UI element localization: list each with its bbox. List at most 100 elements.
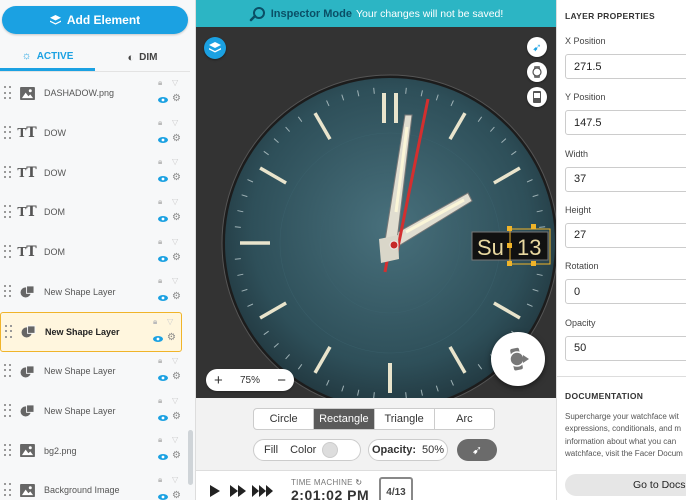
eye-icon[interactable]	[158, 292, 168, 304]
selection-handle[interactable]	[531, 261, 536, 266]
visibility-condition-icon[interactable]: ▽	[167, 317, 173, 326]
eye-icon[interactable]	[158, 412, 168, 424]
layer-row[interactable]: TT DOW 🔒︎ ▽ ⚙	[0, 114, 186, 154]
lock-icon[interactable]: 🔒︎	[158, 157, 162, 167]
layer-row[interactable]: New Shape Layer 🔒︎ ▽ ⚙	[0, 312, 182, 352]
layers-toggle-button[interactable]	[204, 37, 226, 59]
eye-icon[interactable]	[158, 94, 168, 106]
layer-row[interactable]: DASHADOW.png 🔒︎ ▽ ⚙	[0, 74, 186, 114]
gear-icon[interactable]: ⚙	[172, 212, 181, 223]
property-input[interactable]: 0	[565, 279, 686, 305]
shape-option-triangle[interactable]: Triangle	[375, 409, 435, 429]
visibility-condition-icon[interactable]: ▽	[172, 197, 178, 206]
drag-handle-icon[interactable]	[4, 284, 12, 299]
selection-handle[interactable]	[507, 226, 512, 231]
selection-handle[interactable]	[531, 224, 536, 229]
visibility-condition-icon[interactable]: ▽	[172, 475, 178, 484]
drag-handle-icon[interactable]	[4, 86, 12, 100]
drag-handle-icon[interactable]	[4, 165, 12, 180]
publish-button[interactable]: ➹	[527, 37, 547, 57]
property-input[interactable]: 27	[565, 222, 686, 248]
drag-handle-icon[interactable]	[4, 403, 12, 418]
lock-icon[interactable]: 🔒︎	[158, 435, 162, 445]
layer-row[interactable]: TT DOW 🔒︎ ▽ ⚙	[0, 153, 186, 193]
lock-icon[interactable]: 🔒︎	[158, 118, 162, 128]
color-swatch[interactable]	[322, 442, 339, 458]
property-input[interactable]: 147.5	[565, 110, 686, 136]
date-picker-button[interactable]: 4/13	[379, 477, 413, 500]
eye-icon[interactable]	[158, 451, 168, 463]
property-input[interactable]: 37	[565, 166, 686, 192]
gear-icon[interactable]: ⚙	[172, 252, 181, 263]
fast-forward-button[interactable]	[230, 485, 246, 500]
eye-icon[interactable]	[158, 491, 168, 500]
layer-row[interactable]: New Shape Layer 🔒︎ ▽ ⚙	[0, 352, 186, 392]
watch-fab-button[interactable]	[491, 332, 545, 386]
fill-label[interactable]: Fill	[264, 444, 278, 456]
add-element-button[interactable]: Add Element	[2, 6, 188, 34]
selection-handle[interactable]	[507, 261, 512, 266]
reset-icon[interactable]: ↻	[355, 478, 362, 487]
drag-handle-icon[interactable]	[4, 205, 12, 219]
drag-handle-icon[interactable]	[4, 126, 12, 140]
layer-row[interactable]: TT DOM 🔒︎ ▽ ⚙	[0, 193, 186, 233]
eye-icon[interactable]	[158, 253, 168, 265]
lock-icon[interactable]: 🔒︎	[158, 475, 162, 485]
zoom-in-button[interactable]: +	[214, 372, 223, 389]
selection-handle[interactable]	[507, 243, 512, 248]
eye-icon[interactable]	[158, 213, 168, 225]
tab-dim[interactable]: ◐ DIM	[95, 44, 190, 71]
zoom-out-button[interactable]: −	[277, 372, 286, 389]
layer-row[interactable]: TT DOM 🔒︎ ▽ ⚙	[0, 233, 186, 273]
opacity-control[interactable]: Opacity: 50%	[368, 439, 448, 461]
drag-handle-icon[interactable]	[4, 245, 12, 259]
eye-icon[interactable]	[158, 173, 168, 185]
gear-icon[interactable]: ⚙	[172, 291, 181, 302]
eye-icon[interactable]	[158, 134, 168, 146]
lock-icon[interactable]: 🔒︎	[158, 197, 162, 207]
gear-icon[interactable]: ⚙	[172, 371, 181, 382]
visibility-condition-icon[interactable]: ▽	[172, 356, 178, 365]
shape-option-arc[interactable]: Arc	[435, 409, 494, 429]
lock-icon[interactable]: 🔒︎	[158, 356, 162, 366]
visibility-condition-icon[interactable]: ▽	[172, 276, 178, 285]
faster-forward-button[interactable]	[252, 485, 274, 500]
property-input[interactable]: 50	[565, 335, 686, 361]
lock-icon[interactable]: 🔒︎	[158, 78, 162, 88]
gear-icon[interactable]: ⚙	[167, 332, 176, 343]
tab-active[interactable]: ☼ ACTIVE	[0, 44, 95, 71]
layer-list-scrollbar[interactable]	[188, 430, 193, 485]
visibility-condition-icon[interactable]: ▽	[172, 237, 178, 246]
gear-icon[interactable]: ⚙	[172, 450, 181, 461]
watch-preview-button[interactable]	[527, 62, 547, 82]
layer-row[interactable]: bg2.png 🔒︎ ▽ ⚙	[0, 431, 186, 471]
layer-row[interactable]: New Shape Layer 🔒︎ ▽ ⚙	[0, 272, 186, 312]
visibility-condition-icon[interactable]: ▽	[172, 78, 178, 87]
lock-icon[interactable]: 🔒︎	[158, 396, 162, 406]
go-to-docs-button[interactable]: Go to Docs	[565, 474, 686, 496]
property-input[interactable]: 271.5	[565, 54, 686, 79]
drag-handle-icon[interactable]	[4, 483, 12, 497]
shape-action-button[interactable]: ➹	[457, 439, 497, 461]
watchface-canvas[interactable]: Su 13 ➹ + 75% −	[196, 27, 556, 398]
shape-option-circle[interactable]: Circle	[254, 409, 315, 429]
visibility-condition-icon[interactable]: ▽	[172, 396, 178, 405]
visibility-condition-icon[interactable]: ▽	[172, 435, 178, 444]
drag-handle-icon[interactable]	[5, 324, 13, 339]
play-button[interactable]	[210, 485, 220, 500]
eye-icon[interactable]	[153, 333, 163, 345]
shape-option-rectangle[interactable]: Rectangle	[314, 409, 375, 429]
gear-icon[interactable]: ⚙	[172, 490, 181, 500]
device-button[interactable]	[527, 87, 547, 107]
lock-icon[interactable]: 🔒︎	[158, 276, 162, 286]
color-label[interactable]: Color	[290, 444, 316, 456]
visibility-condition-icon[interactable]: ▽	[172, 157, 178, 166]
gear-icon[interactable]: ⚙	[172, 411, 181, 422]
layer-row[interactable]: New Shape Layer 🔒︎ ▽ ⚙	[0, 392, 186, 432]
gear-icon[interactable]: ⚙	[172, 172, 181, 183]
eye-icon[interactable]	[158, 372, 168, 384]
drag-handle-icon[interactable]	[4, 443, 12, 458]
drag-handle-icon[interactable]	[4, 364, 12, 378]
layer-row[interactable]: Background Image 🔒︎ ▽ ⚙	[0, 471, 186, 500]
lock-icon[interactable]: 🔒︎	[158, 237, 162, 247]
